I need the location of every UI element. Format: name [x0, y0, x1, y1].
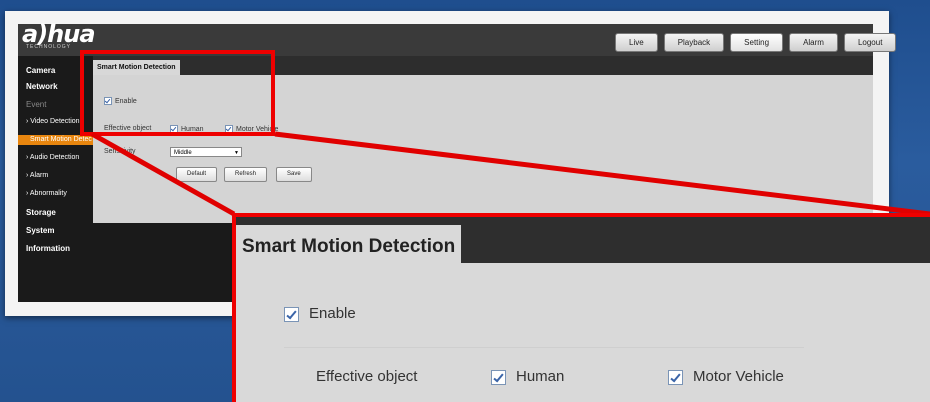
zoom-divider [284, 347, 804, 348]
zoom-enable-row: Enable [284, 305, 356, 322]
zoom-inset: Smart Motion Detection Enable Effective … [232, 213, 930, 402]
zoom-motor-vehicle-checkbox [668, 369, 683, 385]
zoom-motor-vehicle-label: Motor Vehicle [693, 368, 784, 385]
zoom-motor-vehicle-row: Motor Vehicle [668, 368, 784, 385]
zoom-human-checkbox [491, 369, 506, 385]
zoom-effective-object-label: Effective object [316, 368, 418, 385]
zoom-human-label: Human [516, 368, 565, 385]
zoom-tab-smart-motion-detection: Smart Motion Detection [236, 225, 462, 263]
zoom-enable-label: Enable [309, 305, 356, 322]
zoom-human-row: Human [491, 368, 564, 385]
zoom-enable-checkbox [284, 306, 299, 322]
